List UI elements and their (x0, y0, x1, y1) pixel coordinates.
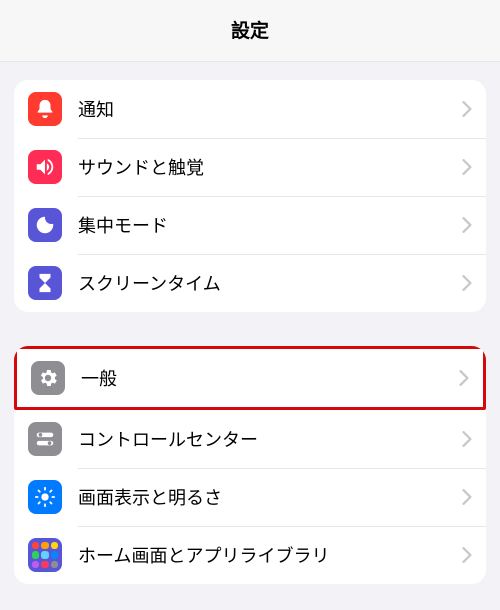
moon-icon (28, 208, 62, 242)
sun-icon (28, 480, 62, 514)
speaker-icon (28, 150, 62, 184)
chevron-right-icon (462, 431, 472, 447)
row-label: 画面表示と明るさ (78, 484, 462, 510)
row-focus[interactable]: 集中モード (14, 196, 486, 254)
row-control-center[interactable]: コントロールセンター (14, 410, 486, 468)
row-general[interactable]: 一般 (14, 346, 486, 410)
chevron-right-icon (462, 217, 472, 233)
chevron-right-icon (462, 159, 472, 175)
chevron-right-icon (462, 547, 472, 563)
settings-group-1: 通知 サウンドと触覚 集中モード スクリーンタイム (14, 80, 486, 312)
chevron-right-icon (462, 275, 472, 291)
page-title: 設定 (0, 16, 500, 43)
header: 設定 (0, 0, 500, 62)
row-label: ホーム画面とアプリライブラリ (78, 542, 462, 568)
settings-content: 通知 サウンドと触覚 集中モード スクリーンタイム (0, 62, 500, 584)
row-home-screen[interactable]: ホーム画面とアプリライブラリ (14, 526, 486, 584)
settings-group-2: 一般 コントロールセンター 画面表示と明るさ (14, 346, 486, 584)
hourglass-icon (28, 266, 62, 300)
row-label: スクリーンタイム (78, 270, 462, 296)
row-screen-time[interactable]: スクリーンタイム (14, 254, 486, 312)
gear-icon (31, 361, 65, 395)
bell-icon (28, 92, 62, 126)
row-label: 通知 (78, 96, 462, 122)
chevron-right-icon (462, 101, 472, 117)
row-label: 集中モード (78, 212, 462, 238)
row-notifications[interactable]: 通知 (14, 80, 486, 138)
row-label: コントロールセンター (78, 426, 462, 452)
row-label: サウンドと触覚 (78, 154, 462, 180)
apps-grid-icon (28, 538, 62, 572)
toggles-icon (28, 422, 62, 456)
row-display-brightness[interactable]: 画面表示と明るさ (14, 468, 486, 526)
chevron-right-icon (462, 489, 472, 505)
row-label: 一般 (81, 365, 459, 391)
row-sounds[interactable]: サウンドと触覚 (14, 138, 486, 196)
chevron-right-icon (459, 370, 469, 386)
